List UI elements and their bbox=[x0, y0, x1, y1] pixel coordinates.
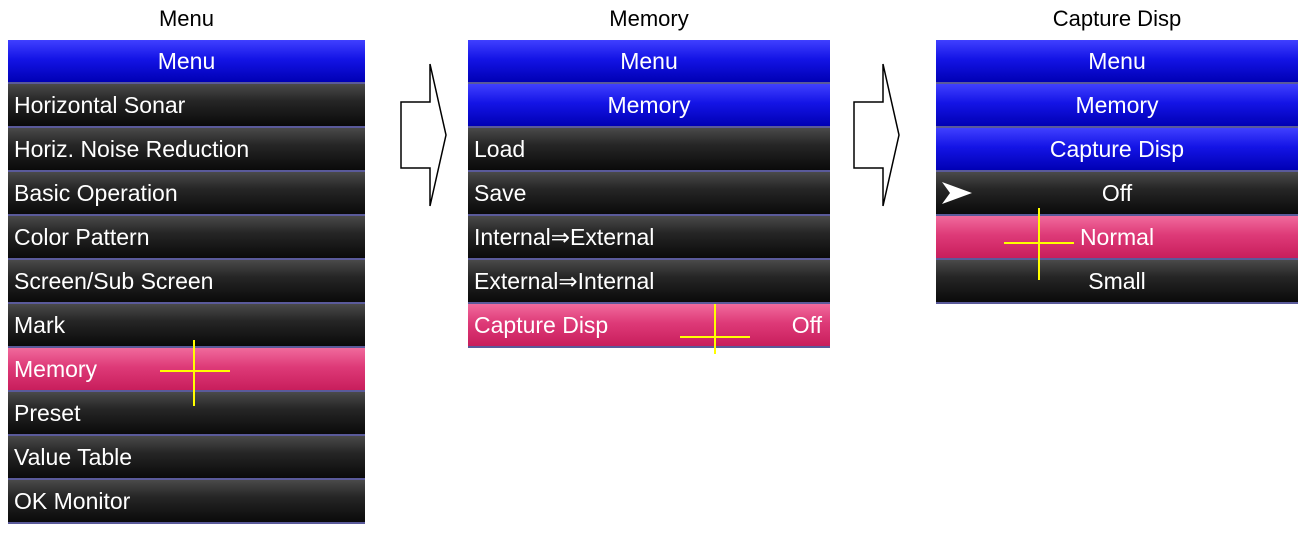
memory-item-internal-to-external[interactable]: Internal⇒External bbox=[468, 216, 830, 260]
caption-capture-disp: Capture Disp bbox=[1052, 6, 1182, 31]
memory-item-load[interactable]: Load bbox=[468, 128, 830, 172]
memory-item-save[interactable]: Save bbox=[468, 172, 830, 216]
flow-arrow-icon bbox=[853, 63, 900, 207]
menu-item-horizontal-sonar[interactable]: Horizontal Sonar bbox=[8, 84, 365, 128]
menu-item-memory[interactable]: Memory bbox=[8, 348, 365, 392]
memory-item-capture-disp[interactable]: Capture Disp Off bbox=[468, 304, 830, 348]
capture-option-off[interactable]: Off bbox=[936, 172, 1298, 216]
menu-header: Menu bbox=[8, 40, 365, 84]
menu-item-preset[interactable]: Preset bbox=[8, 392, 365, 436]
capture-header-capture-disp: Capture Disp bbox=[936, 128, 1298, 172]
capture-disp-panel: Menu Memory Capture Disp Off Normal Smal… bbox=[936, 40, 1298, 304]
menu-item-color-pattern[interactable]: Color Pattern bbox=[8, 216, 365, 260]
memory-panel: Menu Memory Load Save Internal⇒External … bbox=[468, 40, 830, 348]
flow-arrow-icon bbox=[400, 63, 447, 207]
capture-header-memory: Memory bbox=[936, 84, 1298, 128]
menu-item-basic-operation[interactable]: Basic Operation bbox=[8, 172, 365, 216]
menu-item-horiz-noise-reduction[interactable]: Horiz. Noise Reduction bbox=[8, 128, 365, 172]
memory-header-menu: Menu bbox=[468, 40, 830, 84]
caption-memory: Memory bbox=[609, 6, 689, 31]
menu-item-screen-sub-screen[interactable]: Screen/Sub Screen bbox=[8, 260, 365, 304]
capture-option-small[interactable]: Small bbox=[936, 260, 1298, 304]
memory-item-external-to-internal[interactable]: External⇒Internal bbox=[468, 260, 830, 304]
menu-item-mark[interactable]: Mark bbox=[8, 304, 365, 348]
capture-option-normal[interactable]: Normal bbox=[936, 216, 1298, 260]
capture-header-menu: Menu bbox=[936, 40, 1298, 84]
memory-header-memory: Memory bbox=[468, 84, 830, 128]
menu-item-ok-monitor[interactable]: OK Monitor bbox=[8, 480, 365, 524]
capture-disp-value: Off bbox=[791, 312, 822, 338]
capture-disp-label: Capture Disp bbox=[474, 312, 609, 338]
menu-panel: Menu Horizontal Sonar Horiz. Noise Reduc… bbox=[8, 40, 365, 524]
menu-item-value-table[interactable]: Value Table bbox=[8, 436, 365, 480]
caption-menu: Menu bbox=[158, 6, 215, 31]
